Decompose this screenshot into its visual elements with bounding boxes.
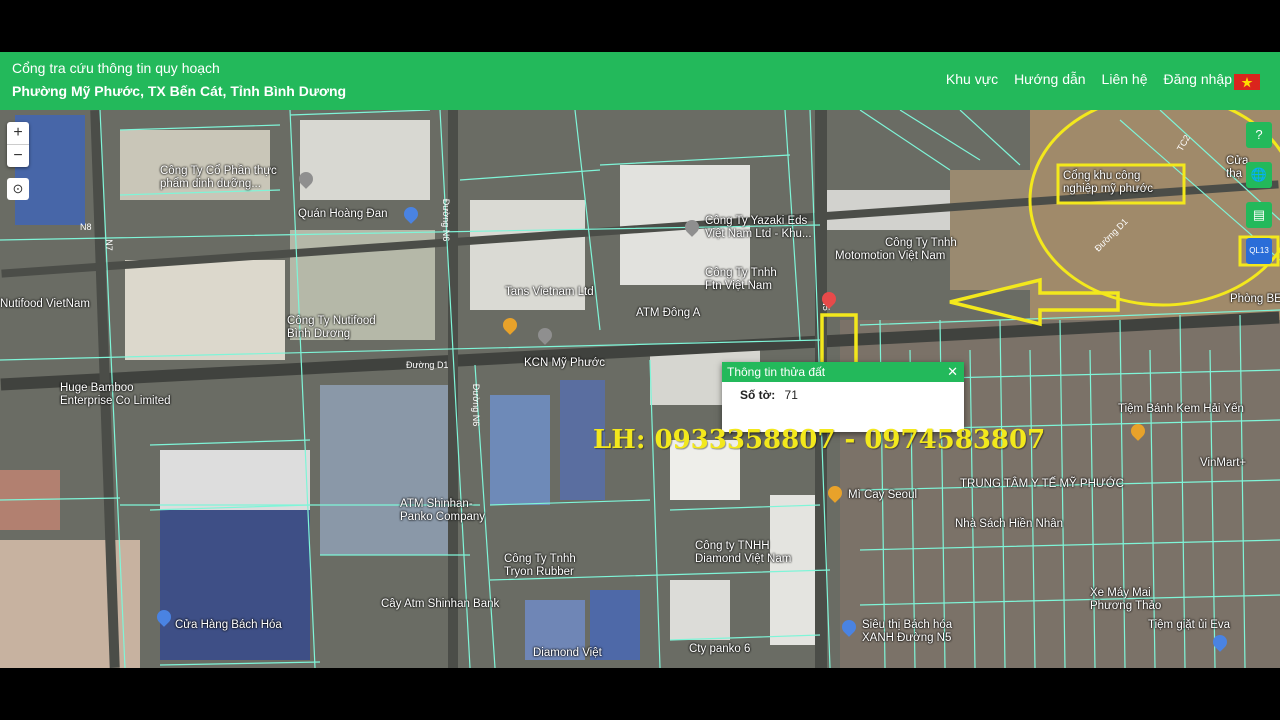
app-header: Cổng tra cứu thông tin quy hoạch Phường … [0,52,1280,110]
help-icon[interactable]: ? [1246,122,1272,148]
ward-title: Phường Mỹ Phước, TX Bến Cát, Tỉnh Bình D… [12,83,347,99]
field-label: Số tờ: [740,388,776,402]
zoom-out-button[interactable]: − [7,145,29,167]
nav-contact[interactable]: Liên hệ [1102,71,1148,87]
popup-title: Thông tin thửa đất [722,362,964,382]
field-value: 71 [784,388,798,402]
satellite-map[interactable]: Công Ty Cổ Phần thực phẩm dinh dưỡng... Q… [0,110,1280,668]
ql13-badge[interactable]: QL13 [1246,238,1272,264]
nav-guide[interactable]: Hướng dẫn [1014,71,1085,87]
nav-login[interactable]: Đăng nhập [1163,71,1232,87]
locate-icon[interactable]: ⊙ [7,178,29,200]
portal-title: Cổng tra cứu thông tin quy hoạch [12,60,220,76]
vietnam-flag-icon[interactable] [1234,74,1260,90]
parcel-info-popup: Thông tin thửa đất ✕ Số tờ: 71 [722,362,964,432]
zoom-control: + − [7,122,29,167]
map-layers-icon[interactable]: ▤ [1246,202,1272,228]
nav-area[interactable]: Khu vực [946,71,998,87]
close-icon[interactable]: ✕ [947,362,958,382]
globe-icon[interactable]: 🌐 [1246,162,1272,188]
contact-watermark: LH: 0933358807 - 0974583807 [593,425,1046,455]
top-nav: Khu vực Hướng dẫn Liên hệ Đăng nhập [946,71,1232,87]
zoom-in-button[interactable]: + [7,122,29,145]
